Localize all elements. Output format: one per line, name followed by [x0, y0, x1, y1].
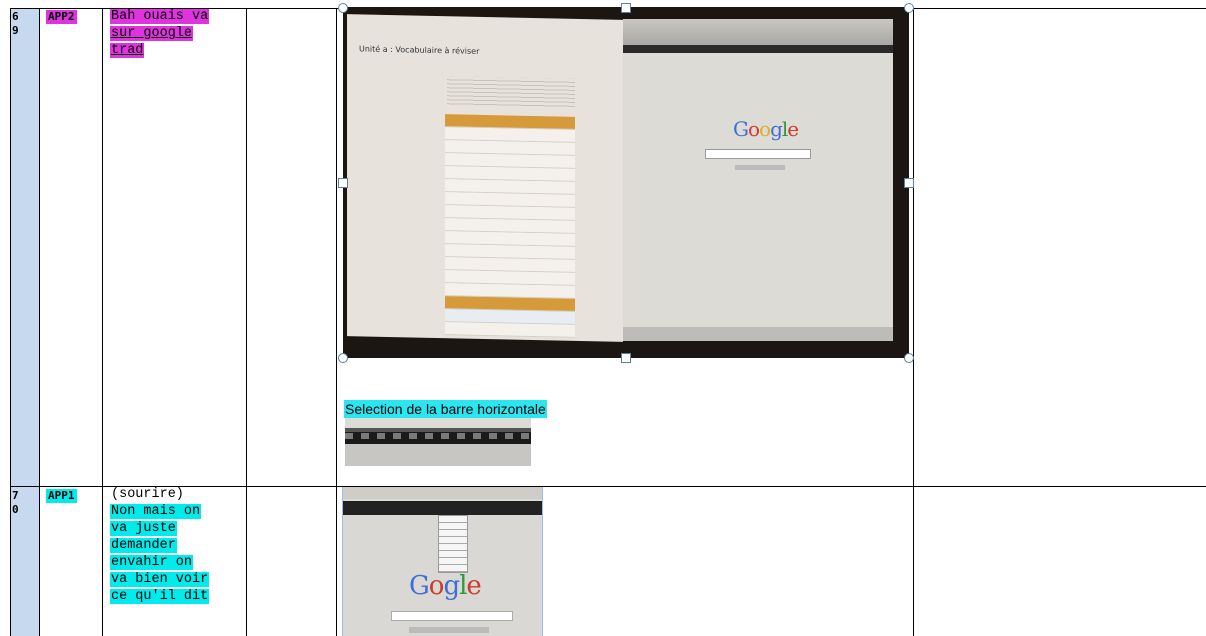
- resize-handle-right[interactable]: [904, 178, 914, 188]
- line-number: 7 0: [12, 489, 19, 516]
- browser-footer: [623, 327, 893, 341]
- selected-screenshot-image[interactable]: Unité a : Vocabulaire à réviser Google: [343, 7, 909, 358]
- browser-menu-bar: [623, 45, 893, 53]
- line-number: 6 9: [12, 10, 19, 37]
- speaker-label: APP1: [46, 489, 77, 503]
- resize-handle-top-left[interactable]: [338, 3, 348, 13]
- speech-line: Non mais on: [110, 504, 202, 519]
- search-buttons: [735, 165, 785, 170]
- speech-line: (sourire): [111, 487, 184, 502]
- speaker-label: APP2: [46, 10, 77, 24]
- speech-line: trad: [110, 43, 145, 58]
- document-screen: Unité a : Vocabulaire à réviser: [347, 14, 623, 342]
- resize-handle-bottom[interactable]: [621, 353, 631, 363]
- column-border: [246, 8, 247, 636]
- toolbar-screenshot-thumbnail[interactable]: [345, 418, 531, 466]
- column-border: [10, 8, 11, 636]
- image-caption: Selection de la barre horizontale: [344, 400, 547, 418]
- speech-line: sur google: [110, 26, 194, 41]
- browser-toolbar: [623, 19, 893, 45]
- search-box: [391, 611, 513, 621]
- speech-text[interactable]: Bah ouais va sur google trad: [110, 8, 230, 59]
- search-logo: Gogle: [409, 571, 482, 601]
- document-text-block: [447, 76, 575, 109]
- browser-toolbar: [343, 487, 542, 499]
- speech-line: Bah ouais va: [110, 9, 210, 24]
- speech-line: va bien voir: [110, 572, 210, 587]
- resize-handle-left[interactable]: [338, 178, 348, 188]
- transcript-table: 6 9 APP2 Bah ouais va sur google trad Un…: [0, 0, 1206, 636]
- line-number-column: [10, 9, 39, 636]
- menu-strip: [345, 433, 531, 439]
- search-logo: Google: [733, 117, 799, 141]
- search-buttons: [409, 627, 489, 633]
- resize-handle-bottom-right[interactable]: [904, 353, 914, 363]
- speech-line: va juste: [110, 521, 177, 536]
- column-border: [913, 8, 914, 636]
- column-border: [102, 8, 103, 636]
- browser-screen: Google: [623, 19, 893, 341]
- browser-menu-bar: [343, 501, 542, 515]
- dropdown-screenshot-image[interactable]: Gogle: [342, 487, 543, 636]
- speech-line: ce qu'il dit: [110, 589, 210, 604]
- document-title: Unité a : Vocabulaire à réviser: [359, 44, 480, 56]
- dropdown-menu: [438, 515, 468, 573]
- column-border: [336, 8, 337, 636]
- speech-text[interactable]: (sourire) Non mais on va juste demander …: [110, 486, 230, 605]
- resize-handle-top[interactable]: [621, 3, 631, 13]
- resize-handle-top-right[interactable]: [904, 3, 914, 13]
- speech-line: envahir on: [110, 555, 194, 570]
- resize-handle-bottom-left[interactable]: [338, 353, 348, 363]
- speech-line: demander: [110, 538, 177, 553]
- column-border: [39, 8, 40, 636]
- search-box: [705, 149, 811, 159]
- vocabulary-table: [445, 114, 575, 338]
